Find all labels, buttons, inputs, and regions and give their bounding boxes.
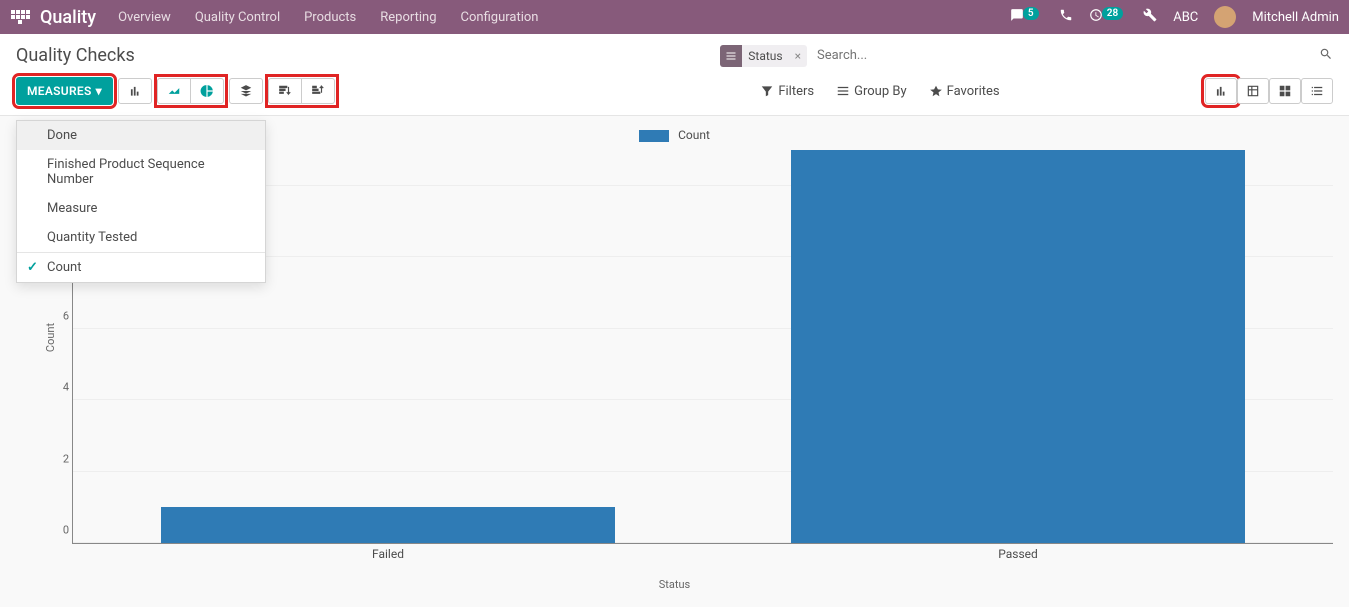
debug-icon[interactable]	[1143, 8, 1157, 26]
facet-label: Status	[742, 49, 788, 63]
phone-icon[interactable]	[1059, 8, 1073, 26]
search-icon[interactable]	[1319, 46, 1333, 65]
measure-option-done[interactable]: Done	[17, 121, 265, 150]
facet-remove-icon[interactable]: ×	[789, 49, 807, 63]
x-tick: Failed	[372, 547, 404, 561]
legend-swatch	[639, 130, 669, 142]
bar-failed[interactable]	[161, 507, 615, 543]
bar-passed[interactable]	[791, 150, 1245, 543]
measures-button[interactable]: MEASURES ▾	[16, 77, 113, 105]
activity-icon[interactable]: 28	[1089, 8, 1128, 26]
measure-option-qty-tested[interactable]: Quantity Tested	[17, 223, 265, 252]
y-tick: 0	[51, 524, 69, 537]
sort-desc-button[interactable]	[268, 78, 302, 104]
menu-products[interactable]: Products	[304, 10, 356, 25]
messages-badge: 5	[1023, 7, 1039, 20]
control-panel-top: Quality Checks Status ×	[0, 34, 1349, 71]
page-title: Quality Checks	[16, 45, 135, 66]
bar-chart-button[interactable]	[118, 78, 152, 104]
view-graph-button[interactable]	[1205, 78, 1237, 104]
filters-button[interactable]: Filters	[760, 84, 814, 99]
pie-chart-button[interactable]	[190, 78, 224, 104]
measure-option-count[interactable]: Count	[17, 253, 265, 282]
y-tick: 2	[51, 452, 69, 465]
groupby-label: Group By	[854, 84, 907, 99]
control-panel-bottom: MEASURES ▾ Filters Group By Favorites	[0, 71, 1349, 116]
groupby-button[interactable]: Group By	[836, 84, 907, 99]
apps-icon[interactable]	[10, 7, 30, 27]
measure-option-fpsn[interactable]: Finished Product Sequence Number	[17, 150, 265, 194]
view-pivot-button[interactable]	[1237, 78, 1269, 104]
groupby-facet-icon	[720, 45, 742, 67]
menu-quality-control[interactable]: Quality Control	[195, 10, 280, 25]
measures-label: MEASURES	[27, 84, 92, 98]
menu-configuration[interactable]: Configuration	[461, 10, 539, 25]
stacked-button[interactable]	[229, 78, 263, 104]
view-kanban-button[interactable]	[1269, 78, 1301, 104]
main-menu: Overview Quality Control Products Report…	[118, 10, 538, 25]
favorites-label: Favorites	[947, 84, 1000, 99]
search-area: Status ×	[720, 44, 1333, 67]
company-name[interactable]: ABC	[1173, 10, 1198, 25]
caret-down-icon: ▾	[96, 84, 102, 98]
measure-option-measure[interactable]: Measure	[17, 194, 265, 223]
legend-label: Count	[678, 128, 710, 142]
y-tick: 4	[51, 381, 69, 394]
top-navbar: Quality Overview Quality Control Product…	[0, 0, 1349, 34]
app-brand[interactable]: Quality	[40, 7, 96, 28]
menu-reporting[interactable]: Reporting	[380, 10, 436, 25]
view-list-button[interactable]	[1301, 78, 1333, 104]
x-tick: Passed	[998, 547, 1038, 561]
sort-asc-button[interactable]	[301, 78, 335, 104]
messages-icon[interactable]: 5	[1010, 8, 1043, 26]
line-chart-button[interactable]	[157, 78, 191, 104]
search-input[interactable]	[813, 44, 1313, 67]
menu-overview[interactable]: Overview	[118, 10, 171, 25]
measures-dropdown: Done Finished Product Sequence Number Me…	[16, 120, 266, 283]
y-tick: 6	[51, 309, 69, 322]
filters-label: Filters	[778, 84, 814, 99]
favorites-button[interactable]: Favorites	[929, 84, 1000, 99]
activity-badge: 28	[1102, 7, 1123, 20]
user-name[interactable]: Mitchell Admin	[1252, 10, 1339, 25]
avatar[interactable]	[1214, 6, 1236, 28]
x-axis-label: Status	[16, 578, 1333, 591]
y-axis-label: Count	[44, 323, 57, 352]
search-facet-status: Status ×	[720, 45, 807, 67]
